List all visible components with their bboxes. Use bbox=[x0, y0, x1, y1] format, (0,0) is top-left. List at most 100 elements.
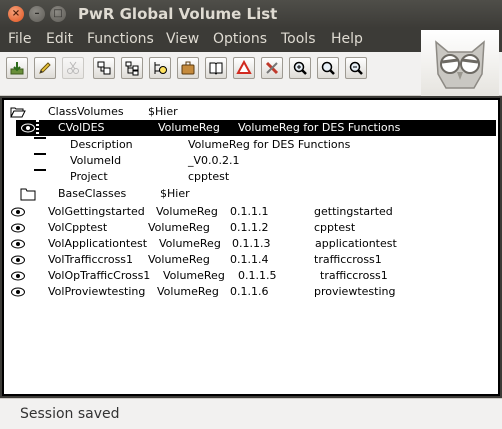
volume-project: cpptest bbox=[314, 221, 356, 234]
tree-row-volume[interactable]: VolGettingstarted VolumeReg 0.1.1.1 gett… bbox=[8, 204, 488, 220]
tree-row-attribute[interactable]: Project cpptest bbox=[30, 169, 490, 185]
attribute-name: Description bbox=[70, 138, 133, 151]
zoom-in-icon bbox=[293, 61, 307, 75]
tree-row-cvoldes-selected[interactable]: CVolDES VolumeReg VolumeReg for DES Func… bbox=[16, 120, 496, 136]
tree-row-volume[interactable]: VolApplicationtest VolumeReg 0.1.1.3 app… bbox=[8, 236, 488, 252]
closed-folder-icon bbox=[20, 188, 36, 201]
volume-eye-icon bbox=[21, 123, 35, 133]
menu-help[interactable]: Help bbox=[331, 31, 363, 47]
open-book-icon bbox=[209, 62, 223, 75]
tree-row-volume[interactable]: VolCpptest VolumeReg 0.1.1.2 cpptest bbox=[8, 220, 488, 236]
volume-class: VolumeReg bbox=[156, 205, 218, 218]
attribute-dash-icon bbox=[34, 153, 46, 155]
attribute-dash-icon bbox=[34, 169, 46, 171]
volume-id: 0.1.1.3 bbox=[232, 237, 271, 250]
window-minimize-button[interactable]: – bbox=[29, 6, 45, 22]
volume-eye-icon bbox=[11, 255, 25, 265]
tree-item-name: BaseClasses bbox=[58, 187, 127, 200]
tree-item-class: VolumeReg bbox=[158, 121, 220, 134]
edit-pencil-icon bbox=[39, 62, 51, 74]
save-button[interactable] bbox=[6, 57, 28, 79]
menu-edit[interactable]: Edit bbox=[46, 31, 73, 47]
attribute-name: Project bbox=[70, 170, 108, 183]
tree-row-attribute[interactable]: Description VolumeReg for DES Functions bbox=[30, 137, 490, 153]
tree-copy-button[interactable] bbox=[121, 57, 143, 79]
tree-item-name: CVolDES bbox=[58, 121, 105, 134]
volume-project: trafficcross1 bbox=[320, 269, 388, 282]
volume-name: VolTrafficcross1 bbox=[48, 253, 134, 266]
volume-id: 0.1.1.1 bbox=[230, 205, 269, 218]
volume-class: VolumeReg bbox=[159, 237, 221, 250]
proview-owl-logo bbox=[421, 30, 499, 96]
attribute-value: cpptest bbox=[188, 170, 230, 183]
tree-item-class: $Hier bbox=[160, 187, 190, 200]
briefcase-icon bbox=[181, 61, 195, 75]
edit-button[interactable] bbox=[34, 57, 56, 79]
zoom-in-button[interactable] bbox=[289, 57, 311, 79]
volume-name: VolApplicationtest bbox=[48, 237, 148, 250]
tree-row-baseclasses[interactable]: BaseClasses $Hier bbox=[18, 186, 488, 202]
volume-name: VolGettingstarted bbox=[48, 205, 145, 218]
volume-eye-icon bbox=[11, 287, 25, 297]
menu-options[interactable]: Options bbox=[213, 31, 267, 47]
volume-eye-icon bbox=[11, 223, 25, 233]
open-folder-icon bbox=[10, 107, 26, 118]
volume-id: 0.1.1.4 bbox=[230, 253, 269, 266]
cut-button[interactable] bbox=[62, 57, 84, 79]
volume-class: VolumeReg bbox=[157, 285, 219, 298]
volume-class: VolumeReg bbox=[148, 221, 210, 234]
owl-icon bbox=[435, 40, 485, 89]
zoom-reset-button[interactable] bbox=[317, 57, 339, 79]
volume-tree[interactable]: ClassVolumes $Hier CVolDES VolumeReg Vol… bbox=[2, 98, 500, 396]
volume-project: proviewtesting bbox=[314, 285, 396, 298]
volume-class: VolumeReg bbox=[163, 269, 225, 282]
zoom-reset-icon bbox=[321, 61, 335, 75]
window-close-button[interactable]: × bbox=[8, 6, 24, 22]
attribute-name: VolumeId bbox=[70, 154, 122, 167]
volume-id: 0.1.1.2 bbox=[230, 221, 269, 234]
tree-item-name: ClassVolumes bbox=[48, 105, 124, 118]
tree-copy-icon bbox=[125, 61, 139, 76]
scissors-icon bbox=[67, 61, 79, 74]
volume-name: VolCpptest bbox=[48, 221, 108, 234]
menu-view[interactable]: View bbox=[166, 31, 199, 47]
volume-project: applicationtest bbox=[315, 237, 397, 250]
tools-icon bbox=[265, 61, 279, 75]
tree-row-volume[interactable]: VolOpTrafficCross1 VolumeReg 0.1.1.5 tra… bbox=[8, 268, 488, 284]
save-icon bbox=[10, 62, 24, 75]
attribute-value: VolumeReg for DES Functions bbox=[188, 138, 351, 151]
menu-file[interactable]: File bbox=[8, 31, 31, 47]
status-bar: Session saved bbox=[0, 398, 502, 429]
title-bar: × – □ PwR Global Volume List bbox=[0, 0, 502, 28]
window-title: PwR Global Volume List bbox=[78, 5, 278, 23]
zoom-out-icon bbox=[349, 61, 363, 75]
tree-item-class: $Hier bbox=[148, 105, 178, 118]
window-maximize-button[interactable]: □ bbox=[50, 6, 66, 22]
navigator-button[interactable] bbox=[149, 57, 171, 79]
briefcase-button[interactable] bbox=[177, 57, 199, 79]
object-copy-button[interactable] bbox=[93, 57, 115, 79]
volume-eye-icon bbox=[11, 271, 25, 281]
navigator-icon bbox=[154, 62, 167, 74]
tree-row-attribute[interactable]: VolumeId _V0.0.2.1 bbox=[30, 153, 490, 169]
volume-name: VolProviewtesting bbox=[48, 285, 146, 298]
open-book-button[interactable] bbox=[205, 57, 227, 79]
volume-eye-icon bbox=[11, 207, 25, 217]
volume-id: 0.1.1.6 bbox=[230, 285, 269, 298]
tree-row-volume[interactable]: VolProviewtesting VolumeReg 0.1.1.6 prov… bbox=[8, 284, 488, 300]
warning-triangle-icon bbox=[236, 60, 252, 74]
tools-button[interactable] bbox=[261, 57, 283, 79]
menu-tools[interactable]: Tools bbox=[281, 31, 316, 47]
menu-functions[interactable]: Functions bbox=[87, 31, 154, 47]
warning-button[interactable] bbox=[233, 57, 255, 79]
volume-class: VolumeReg bbox=[148, 253, 210, 266]
tree-connector bbox=[36, 120, 39, 136]
tree-row-classvolumes[interactable]: ClassVolumes $Hier bbox=[8, 104, 488, 120]
attribute-dash-icon bbox=[34, 137, 46, 139]
volume-project: trafficcross1 bbox=[314, 253, 382, 266]
volume-id: 0.1.1.5 bbox=[238, 269, 277, 282]
tree-row-volume[interactable]: VolTrafficcross1 VolumeReg 0.1.1.4 traff… bbox=[8, 252, 488, 268]
status-message: Session saved bbox=[20, 406, 120, 422]
zoom-out-button[interactable] bbox=[345, 57, 367, 79]
object-copy-icon bbox=[97, 61, 111, 75]
